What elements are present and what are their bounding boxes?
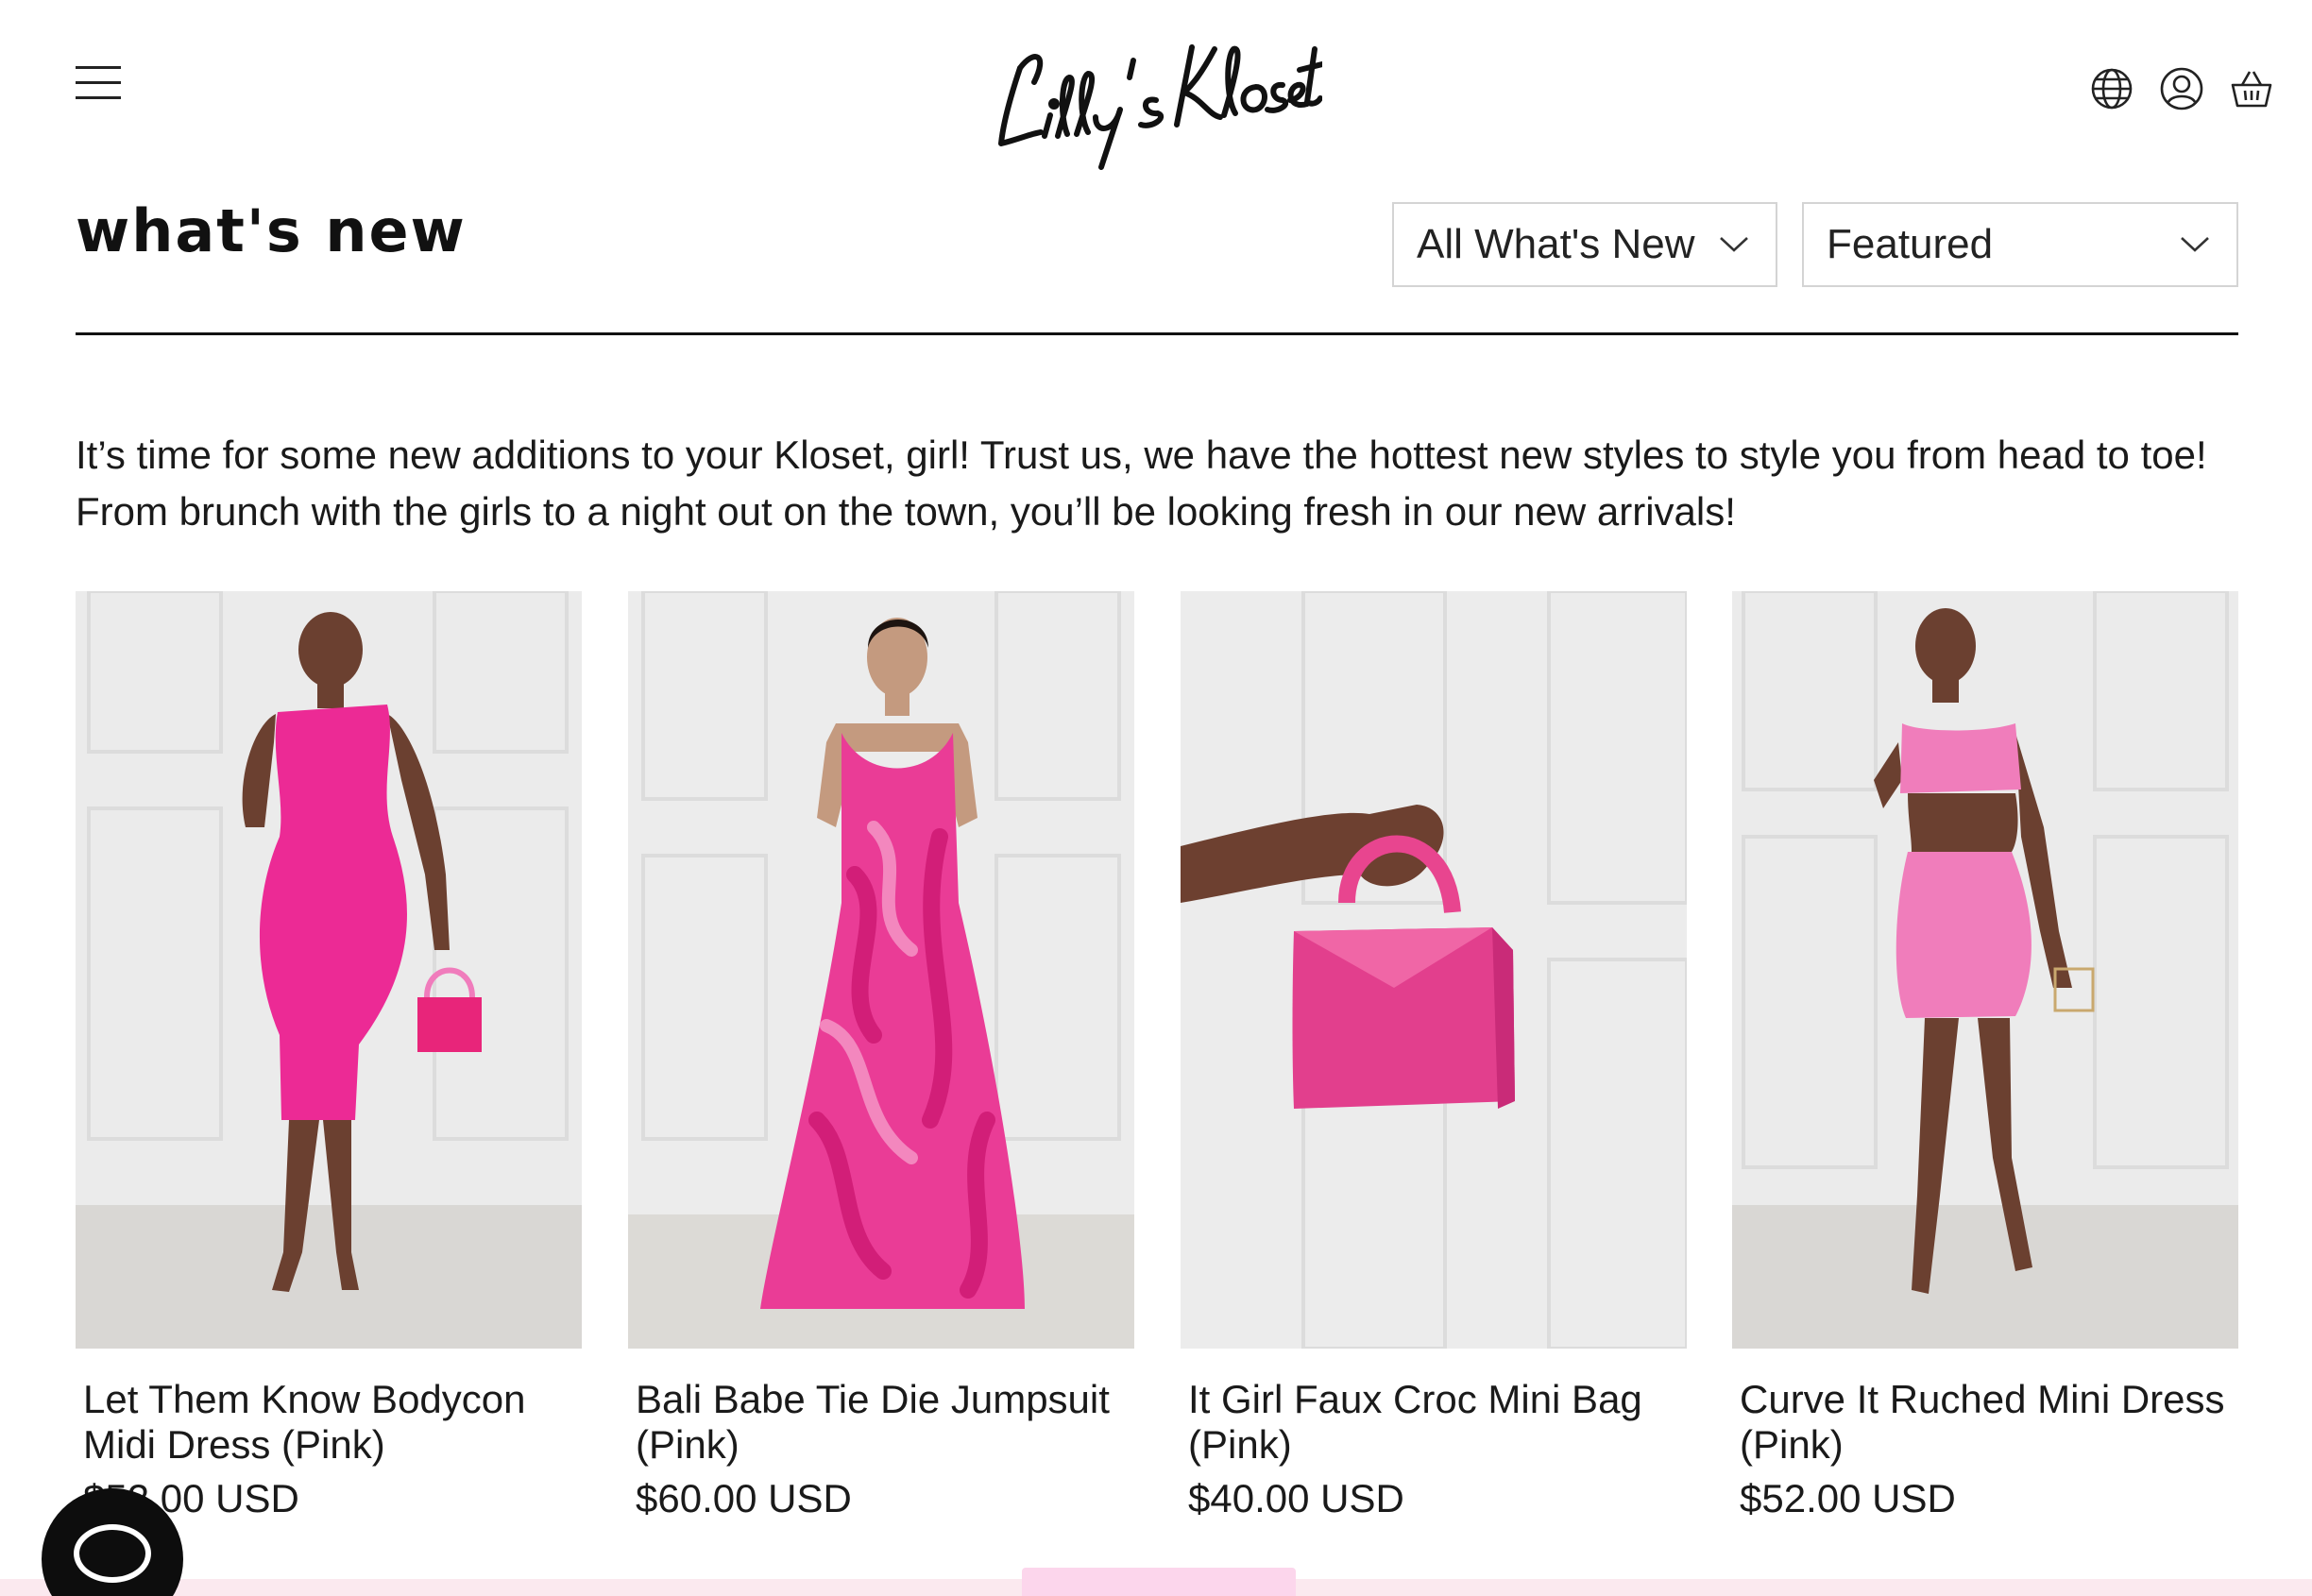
collection-filter-value: All What's New: [1417, 221, 1695, 267]
product-price: $52.00 USD: [1740, 1476, 1956, 1520]
product-name[interactable]: Let Them Know Bodycon Midi Dress (Pink): [76, 1377, 582, 1468]
hamburger-menu-icon[interactable]: [76, 62, 121, 104]
globe-icon[interactable]: [2089, 66, 2134, 111]
product-image[interactable]: [1732, 591, 2238, 1349]
cart-icon[interactable]: [2229, 66, 2274, 111]
sort-select[interactable]: Featured: [1802, 202, 2238, 287]
site-header: [0, 0, 2312, 179]
chevron-down-icon: [2181, 237, 2209, 252]
product-card[interactable]: Bali Babe Tie Die Jumpsuit (Pink) $60.00…: [628, 591, 1134, 1522]
collection-intro: It’s time for some new additions to your…: [76, 433, 2207, 534]
header-icon-group: [2089, 66, 2274, 111]
chevron-down-icon: [1720, 237, 1748, 252]
chat-bubble-icon: [74, 1524, 151, 1583]
account-icon[interactable]: [2159, 66, 2204, 111]
product-name[interactable]: Bali Babe Tie Die Jumpsuit (Pink): [628, 1377, 1134, 1468]
product-card[interactable]: Curve It Ruched Mini Dress (Pink) $52.00…: [1732, 591, 2238, 1522]
product-name[interactable]: Curve It Ruched Mini Dress (Pink): [1732, 1377, 2238, 1468]
product-card[interactable]: It Girl Faux Croc Mini Bag (Pink) $40.00…: [1181, 591, 1687, 1522]
product-card[interactable]: Let Them Know Bodycon Midi Dress (Pink) …: [76, 591, 582, 1522]
title-divider: [76, 332, 2238, 335]
collection-filter-select[interactable]: All What's New: [1392, 202, 1777, 287]
promo-tab[interactable]: [1022, 1568, 1296, 1596]
brand-logo[interactable]: [982, 11, 1325, 172]
page-title: what's new: [76, 196, 467, 265]
product-image[interactable]: [76, 591, 582, 1349]
product-image[interactable]: [1181, 591, 1687, 1349]
product-image[interactable]: [628, 591, 1134, 1349]
sort-value: Featured: [1827, 221, 1994, 267]
product-price: $40.00 USD: [1188, 1476, 1404, 1520]
product-price: $60.00 USD: [636, 1476, 852, 1520]
product-name[interactable]: It Girl Faux Croc Mini Bag (Pink): [1181, 1377, 1687, 1468]
